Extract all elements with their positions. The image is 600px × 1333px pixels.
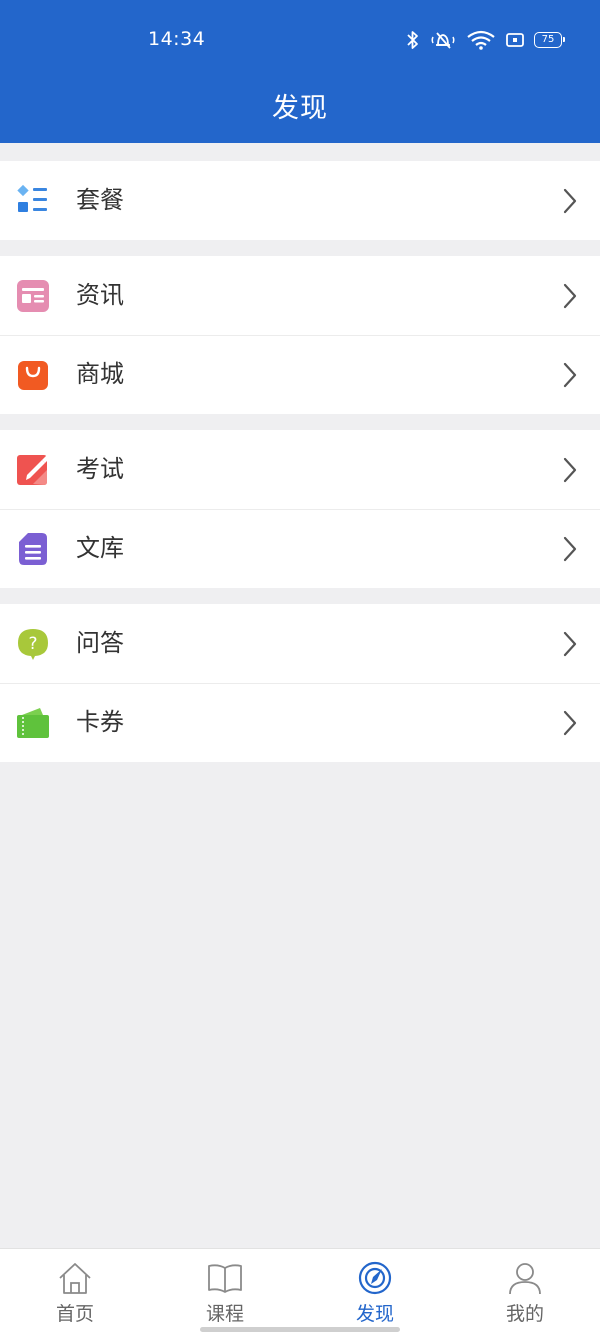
- news-icon: [16, 279, 50, 313]
- package-icon: [16, 184, 50, 218]
- tab-label: 课程: [205, 1303, 244, 1325]
- shopping-bag-icon: [16, 358, 50, 392]
- tab-label: 发现: [355, 1303, 394, 1325]
- tab-label: 首页: [55, 1303, 94, 1325]
- discover-icon: [358, 1261, 392, 1295]
- chevron-right-icon: [560, 709, 580, 737]
- chevron-right-icon: [560, 187, 580, 215]
- menu-group-4: ? 问答 卡券: [0, 604, 600, 762]
- wifi-icon: [466, 30, 496, 50]
- menu-item-library[interactable]: 文库: [0, 509, 600, 588]
- menu-item-label: 卡券: [76, 708, 124, 736]
- menu-item-coupon[interactable]: 卡券: [0, 683, 600, 762]
- tab-home[interactable]: 首页: [0, 1249, 150, 1333]
- app-header: 14:34 75 发现: [0, 0, 600, 143]
- chevron-right-icon: [560, 361, 580, 389]
- home-indicator: [200, 1327, 400, 1332]
- document-icon: [16, 532, 50, 566]
- mute-bell-icon: [430, 30, 456, 50]
- menu-item-exam[interactable]: 考试: [0, 430, 600, 509]
- tab-label: 我的: [505, 1303, 544, 1325]
- coupon-icon: [16, 706, 50, 740]
- battery-icon: 75: [534, 32, 565, 48]
- chevron-right-icon: [560, 282, 580, 310]
- tab-courses[interactable]: 课程: [150, 1249, 300, 1333]
- question-bubble-icon: ?: [16, 627, 50, 661]
- menu-item-label: 文库: [76, 534, 124, 562]
- bottom-tab-bar: 首页 课程 发现 我的: [0, 1248, 600, 1333]
- menu-item-label: 商城: [76, 360, 124, 388]
- home-icon: [59, 1263, 91, 1294]
- user-icon: [509, 1263, 541, 1295]
- chevron-right-icon: [560, 535, 580, 563]
- status-icons: 75: [406, 27, 565, 53]
- menu-item-label: 资讯: [76, 281, 124, 309]
- menu-item-news[interactable]: 资讯: [0, 256, 600, 335]
- menu-item-label: 套餐: [76, 186, 124, 214]
- book-icon: [208, 1264, 242, 1293]
- menu-item-label: 考试: [76, 455, 124, 483]
- app-screen: 14:34 75 发现 套餐 资讯 商城 考试 文库 ? 问答 卡券 首页 课程…: [0, 0, 600, 1333]
- chevron-right-icon: [560, 630, 580, 658]
- page-title: 发现: [272, 93, 328, 124]
- exam-pencil-icon: [16, 453, 50, 487]
- chevron-right-icon: [560, 456, 580, 484]
- bluetooth-icon: [406, 30, 420, 50]
- menu-item-package[interactable]: 套餐: [0, 161, 600, 240]
- svg-text:?: ?: [28, 634, 37, 654]
- menu-group-1: 套餐: [0, 161, 600, 240]
- tab-profile[interactable]: 我的: [450, 1249, 600, 1333]
- menu-item-mall[interactable]: 商城: [0, 335, 600, 414]
- menu-group-2: 资讯 商城: [0, 256, 600, 414]
- status-time: 14:34: [148, 28, 206, 50]
- screen-record-icon: [506, 32, 524, 48]
- menu-item-qa[interactable]: ? 问答: [0, 604, 600, 683]
- menu-item-label: 问答: [76, 629, 124, 657]
- menu-group-3: 考试 文库: [0, 430, 600, 588]
- tab-discover[interactable]: 发现: [300, 1249, 450, 1333]
